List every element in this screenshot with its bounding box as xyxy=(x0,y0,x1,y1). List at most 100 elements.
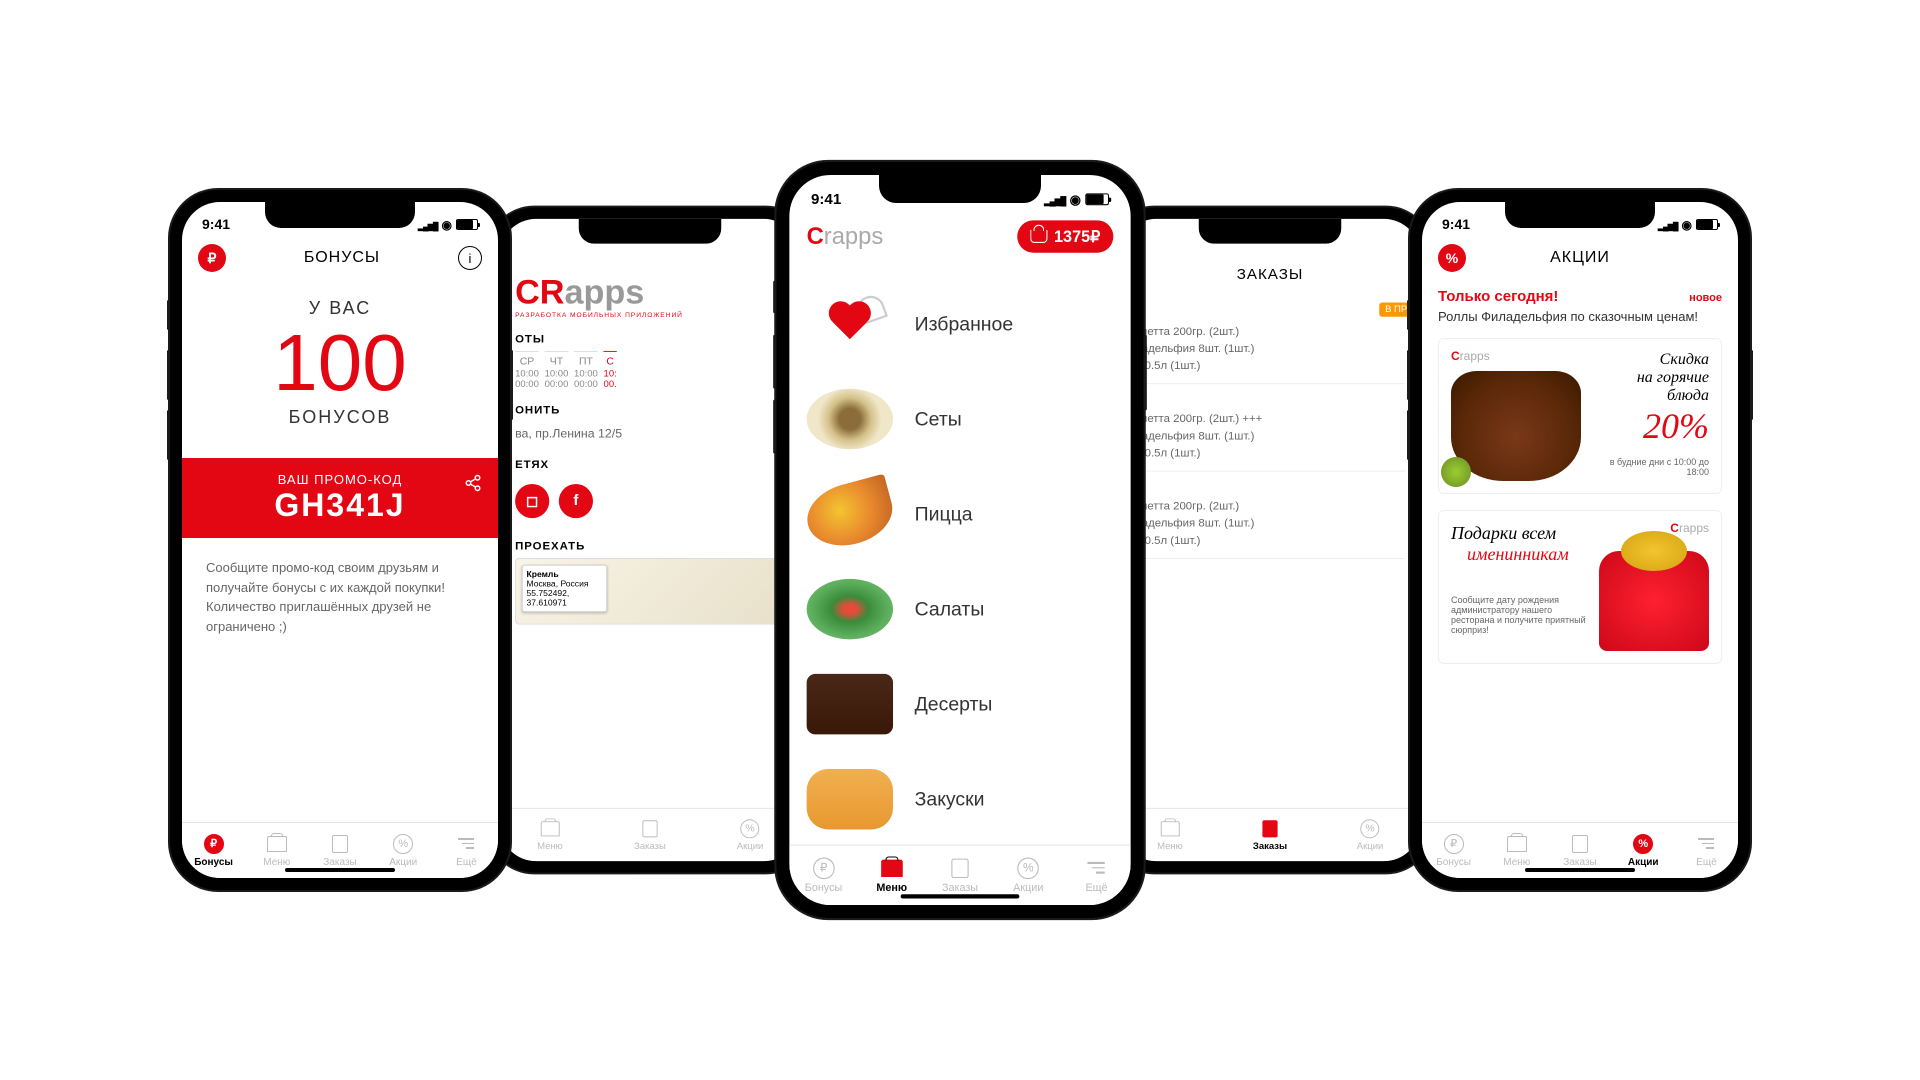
schedule: СР10:0000:00 ЧТ10:0000:00 ПТ10:0000:00 С… xyxy=(515,351,785,390)
orders-icon xyxy=(642,820,657,837)
wifi-icon xyxy=(1682,216,1692,232)
promo-today: Только сегодня! xyxy=(1438,288,1558,305)
social-title: ЕТЯХ xyxy=(515,444,785,476)
tab-bonuses[interactable]: ₽Бонусы xyxy=(1422,823,1485,878)
food-image xyxy=(1451,371,1581,481)
bonus-unit: БОНУСОВ xyxy=(198,407,482,428)
orders-icon xyxy=(1262,820,1277,837)
promo-label: ВАШ ПРОМО-КОД xyxy=(198,472,482,487)
share-icon[interactable] xyxy=(464,474,482,492)
status-time: 9:41 xyxy=(811,190,841,207)
wifi-icon xyxy=(1070,190,1081,207)
percent-icon: % xyxy=(1633,834,1653,854)
battery-icon xyxy=(1696,219,1718,230)
tab-bonuses[interactable]: ₽Бонусы xyxy=(789,846,857,905)
orders-icon xyxy=(332,835,348,853)
order-card[interactable]: 8 нчетта 200гр. (2шт.) +++ ладельфия 8шт… xyxy=(1135,384,1405,471)
tab-promos[interactable]: %Акции xyxy=(1320,809,1420,861)
order-number: 9 xyxy=(1135,306,1405,322)
wifi-icon xyxy=(442,216,452,232)
menu-item-sets[interactable]: Сеты xyxy=(807,372,1114,467)
schedule-day[interactable]: СР10:0000:00 xyxy=(515,351,539,390)
percent-icon: % xyxy=(1017,857,1039,879)
percent-icon: % xyxy=(393,834,413,854)
info-icon[interactable]: i xyxy=(458,246,482,270)
orders-icon xyxy=(951,858,968,877)
battery-icon xyxy=(456,219,478,230)
ruble-icon: ₽ xyxy=(813,857,835,879)
brand-logo: CRapps xyxy=(515,272,785,312)
order-card[interactable]: 7 нчетта 200гр. (2шт.) ладельфия 8шт. (1… xyxy=(1135,472,1405,559)
status-time: 9:41 xyxy=(1442,216,1470,232)
salad-icon xyxy=(807,579,893,639)
tab-menu[interactable]: Меню xyxy=(500,809,600,861)
snack-icon xyxy=(807,769,893,829)
order-card[interactable]: В ПРО 9 нчетта 200гр. (2шт.) ладельфия 8… xyxy=(1135,297,1405,384)
tab-orders[interactable]: Заказы xyxy=(1220,809,1320,861)
map[interactable]: КремльМосква, Россия55.752492, 37.610971 xyxy=(515,558,785,625)
menu-item-desserts[interactable]: Десерты xyxy=(807,657,1114,752)
gift-image xyxy=(1599,551,1709,651)
page-title: ЗАКАЗЫ xyxy=(1120,253,1420,297)
cart-button[interactable]: 1375₽ xyxy=(1017,220,1113,252)
menu-icon xyxy=(1160,821,1179,836)
page-title: АКЦИИ xyxy=(1550,249,1610,267)
page-title: БОНУСЫ xyxy=(304,249,380,267)
schedule-day[interactable]: ПТ10:0000:00 xyxy=(574,351,598,390)
menu-icon xyxy=(267,836,287,852)
phone-orders: ЗАКАЗЫ В ПРО 9 нчетта 200гр. (2шт.) ладе… xyxy=(1109,208,1432,873)
menu-item-favorites[interactable]: Избранное xyxy=(807,276,1114,371)
ruble-icon[interactable]: ₽ xyxy=(198,244,226,272)
menu-item-pizza[interactable]: Пицца xyxy=(807,467,1114,562)
promo-card[interactable]: Crapps Подарки всем именинникам Сообщите… xyxy=(1438,510,1722,664)
more-icon xyxy=(1088,862,1105,873)
brand-logo: Crapps xyxy=(1670,521,1709,535)
schedule-day[interactable]: С10:00. xyxy=(604,351,617,390)
tab-bonuses[interactable]: ₽Бонусы xyxy=(182,823,245,878)
promo-code: GH341J xyxy=(198,487,482,524)
brand-tagline: РАЗРАБОТКА МОБИЛЬНЫХ ПРИЛОЖЕНИЙ xyxy=(515,312,785,319)
facebook-icon[interactable]: f xyxy=(559,484,593,518)
menu-icon xyxy=(881,859,903,876)
new-badge: новое xyxy=(1689,292,1722,304)
discount-percent: 20% xyxy=(1591,405,1709,447)
promo-code-bar[interactable]: ВАШ ПРОМО-КОД GH341J xyxy=(182,458,498,538)
promo-subtitle: Роллы Филадельфия по сказочным ценам! xyxy=(1438,309,1722,324)
phone-menu: 9:41 Crapps 1375₽ Избранное Сеты Пицца xyxy=(776,162,1143,918)
tab-more[interactable]: Ещё xyxy=(435,823,498,878)
bonus-count: 100 xyxy=(198,323,482,403)
menu-item-salads[interactable]: Салаты xyxy=(807,562,1114,657)
schedule-day[interactable]: ЧТ10:0000:00 xyxy=(545,351,569,390)
hours-title: ОТЫ xyxy=(515,319,785,351)
address: ва, пр.Ленина 12/5 xyxy=(515,422,785,444)
battery-icon xyxy=(1085,193,1109,205)
ruble-icon: ₽ xyxy=(1444,834,1464,854)
tab-more[interactable]: Ещё xyxy=(1675,823,1738,878)
pizza-icon xyxy=(800,474,899,555)
status-time: 9:41 xyxy=(202,216,230,232)
signal-icon xyxy=(1044,190,1065,207)
percent-icon: % xyxy=(1361,819,1380,838)
more-icon xyxy=(1698,838,1714,849)
sushi-icon xyxy=(807,389,893,449)
promo-card[interactable]: Crapps Скидка на горячие блюда 20% в буд… xyxy=(1438,338,1722,494)
menu-icon xyxy=(1507,836,1527,852)
more-icon xyxy=(458,838,474,849)
menu-item-snacks[interactable]: Закуски xyxy=(807,752,1114,845)
tab-more[interactable]: Ещё xyxy=(1062,846,1130,905)
cart-total: 1375₽ xyxy=(1054,227,1100,246)
instagram-icon[interactable]: ◻ xyxy=(515,484,549,518)
route-title: ПРОЕХАТЬ xyxy=(515,526,785,558)
phone-info: CRapps РАЗРАБОТКА МОБИЛЬНЫХ ПРИЛОЖЕНИЙ О… xyxy=(489,208,812,873)
percent-icon[interactable]: % xyxy=(1438,244,1466,272)
menu-icon xyxy=(540,821,559,836)
ruble-icon: ₽ xyxy=(204,834,224,854)
orders-icon xyxy=(1572,835,1588,853)
percent-icon: % xyxy=(741,819,760,838)
signal-icon xyxy=(1658,216,1678,232)
signal-icon xyxy=(418,216,438,232)
tab-orders[interactable]: Заказы xyxy=(600,809,700,861)
phone-promos: 9:41 % АКЦИИ Только сегодня! новое Роллы… xyxy=(1410,190,1750,890)
basket-icon xyxy=(1030,230,1047,243)
brand-logo: Crapps xyxy=(1451,349,1490,363)
